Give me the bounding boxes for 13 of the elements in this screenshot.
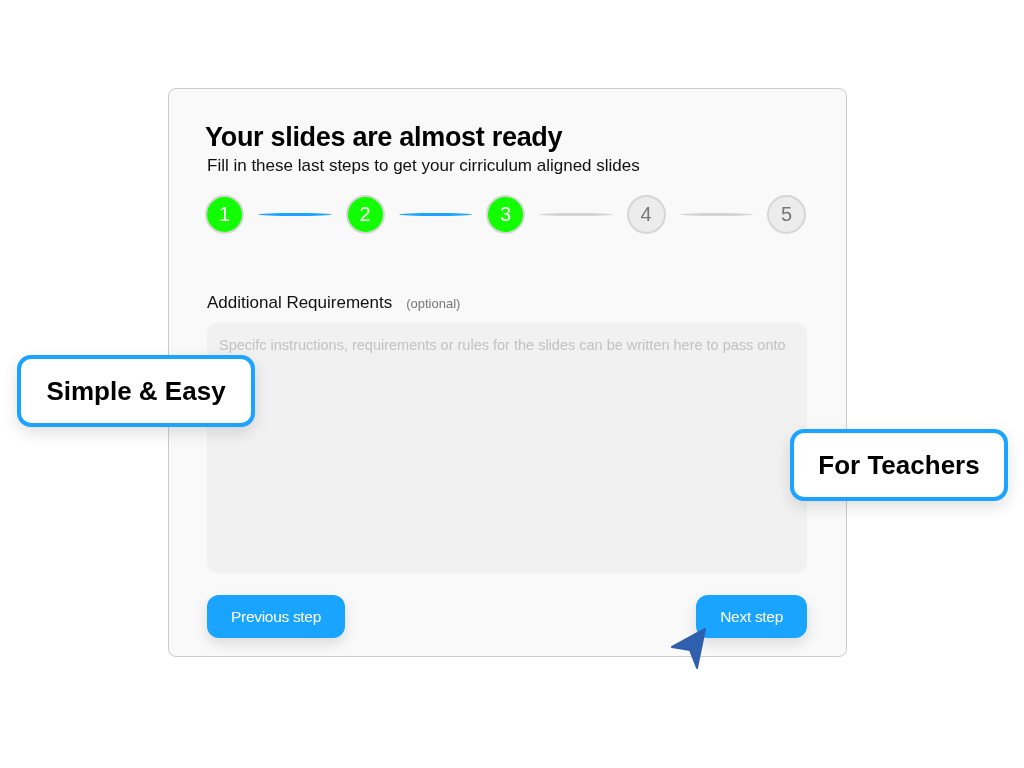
callout-label: Simple & Easy	[17, 355, 255, 427]
step-indicator: 3	[486, 194, 525, 234]
field-label: Additional Requirements	[207, 291, 393, 314]
next-step-button[interactable]: Next step	[696, 595, 807, 638]
step-indicator: 4	[626, 194, 666, 234]
step-indicator: 5	[767, 194, 806, 234]
callout-label: For Teachers	[790, 429, 1008, 501]
step-indicator: 1	[205, 194, 244, 234]
step-indicator: 2	[345, 194, 385, 234]
wizard-title: Your slides are almost ready	[205, 121, 564, 154]
optional-hint: (optional)	[406, 294, 461, 313]
previous-step-button[interactable]: Previous step	[207, 595, 345, 638]
wizard-subtitle: Fill in these last steps to get your cirriculum aligned slides	[207, 155, 641, 178]
